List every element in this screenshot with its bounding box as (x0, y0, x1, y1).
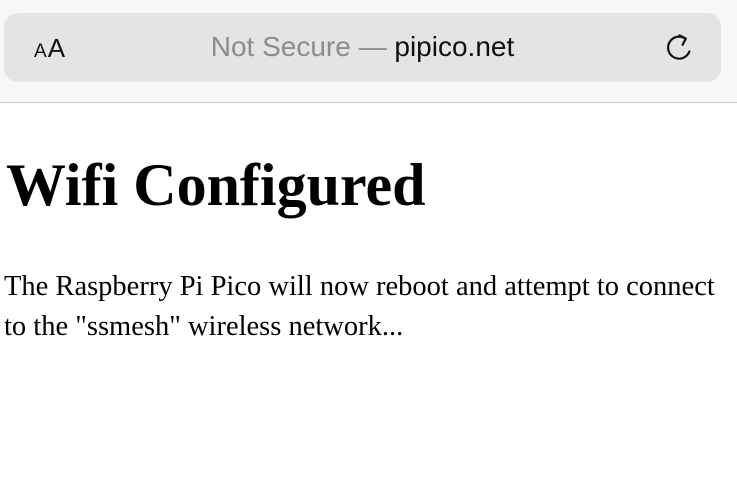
url-display[interactable]: Not Secure — pipico.net (4, 28, 721, 66)
url-domain: pipico.net (394, 31, 515, 62)
page-title: Wifi Configured (6, 152, 426, 218)
security-status: Not Secure (210, 31, 351, 62)
url-separator: — (350, 31, 395, 62)
browser-toolbar: A A Not Secure — pipico.net (0, 0, 737, 103)
reload-button[interactable] (661, 30, 697, 66)
status-message: The Raspberry Pi Pico will now reboot an… (4, 271, 715, 342)
reload-icon (667, 34, 691, 60)
address-bar[interactable]: A A Not Secure — pipico.net (4, 13, 721, 82)
browser-window: A A Not Secure — pipico.net Wifi Configu… (0, 0, 737, 489)
page-content: Wifi Configured The Raspberry Pi Pico wi… (0, 103, 737, 489)
